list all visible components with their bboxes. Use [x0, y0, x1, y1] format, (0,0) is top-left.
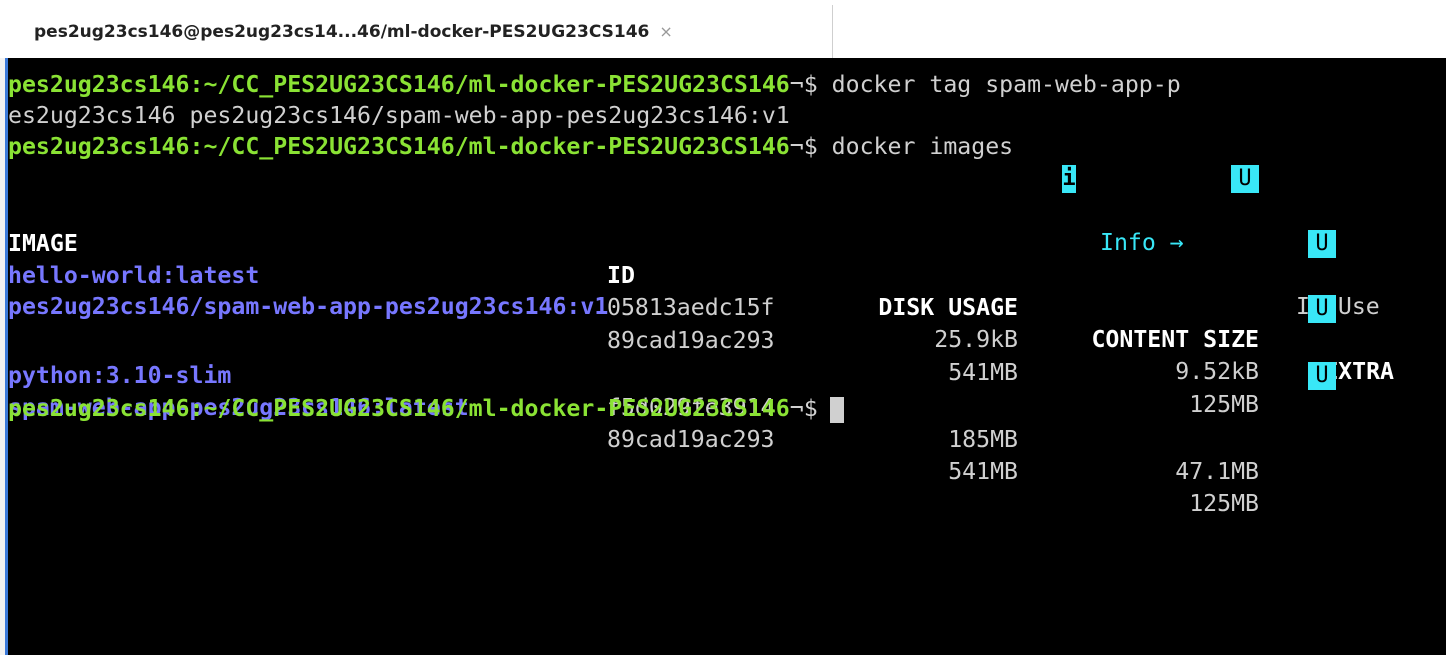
info-icon: i [1062, 165, 1076, 193]
prompt: pes2ug23cs146:~/CC_PES2UG23CS146/ml-dock… [8, 133, 790, 160]
table-row-continuation: 89cad19ac293 541MB 125MB U [8, 293, 1446, 418]
in-use-badge: U [1308, 362, 1336, 390]
prompt: pes2ug23cs146:~/CC_PES2UG23CS146/ml-dock… [8, 71, 790, 98]
in-use-badge: U [1231, 165, 1259, 193]
in-use-badge: U [1308, 230, 1336, 258]
command-line-1: pes2ug23cs146:~/CC_PES2UG23CS146/ml-dock… [8, 69, 1181, 101]
prompt-suffix: ¬$ [789, 71, 832, 98]
tab-title: pes2ug23cs146@pes2ug23cs14...46/ml-docke… [34, 21, 650, 42]
tab-bar: pes2ug23cs146@pes2ug23cs14...46/ml-docke… [0, 0, 1446, 59]
terminal-output[interactable]: pes2ug23cs146:~/CC_PES2UG23CS146/ml-dock… [8, 58, 1446, 655]
table-row: python:3.10-slim f5d029fe3914 185MB 47.1… [8, 328, 1446, 485]
table-row: hello-world:latest 05813aedc15f 25.9kB 9… [8, 228, 1446, 385]
text-cursor[interactable] [829, 396, 844, 423]
disk-usage: 541MB [948, 458, 1018, 485]
command-line-3: pes2ug23cs146:~/CC_PES2UG23CS146/ml-dock… [8, 393, 844, 425]
content-size: 47.1MB [1175, 458, 1259, 485]
table-header: IMAGE ID DISK USAGE CONTENT SIZE EXTRA [8, 196, 1446, 385]
table-row: pes2ug23cs146/spam-web-app-pes2ug23cs146… [8, 259, 1446, 320]
command-line-1-wrap: es2ug23cs146 pes2ug23cs146/spam-web-app-… [8, 100, 790, 132]
close-icon[interactable]: × [659, 22, 672, 41]
command-text: docker tag spam-web-app-p [831, 71, 1181, 98]
window-left-edge [0, 58, 8, 655]
terminal-tab[interactable]: pes2ug23cs146@pes2ug23cs14...46/ml-docke… [9, 5, 833, 58]
table-row: spam-web-app-pes2ug23cs146:latest 89cad1… [8, 360, 1446, 517]
command-text: docker images [831, 133, 1014, 160]
prompt-suffix: ¬$ [789, 133, 832, 160]
prompt-suffix-static: ¬$ [789, 395, 818, 422]
command-text-wrap: es2ug23cs146 pes2ug23cs146/spam-web-app-… [8, 102, 790, 129]
command-line-2: pes2ug23cs146:~/CC_PES2UG23CS146/ml-dock… [8, 131, 1013, 163]
in-use-badge: U [1308, 295, 1336, 323]
prompt: pes2ug23cs146:~/CC_PES2UG23CS146/ml-dock… [8, 395, 790, 422]
legend-line: i Info → U In Use [8, 163, 1446, 320]
content-size: 125MB [1189, 490, 1259, 517]
image-id: 89cad19ac293 [607, 426, 775, 453]
content-size: 125MB [1189, 391, 1259, 418]
disk-usage: 185MB [948, 426, 1018, 453]
